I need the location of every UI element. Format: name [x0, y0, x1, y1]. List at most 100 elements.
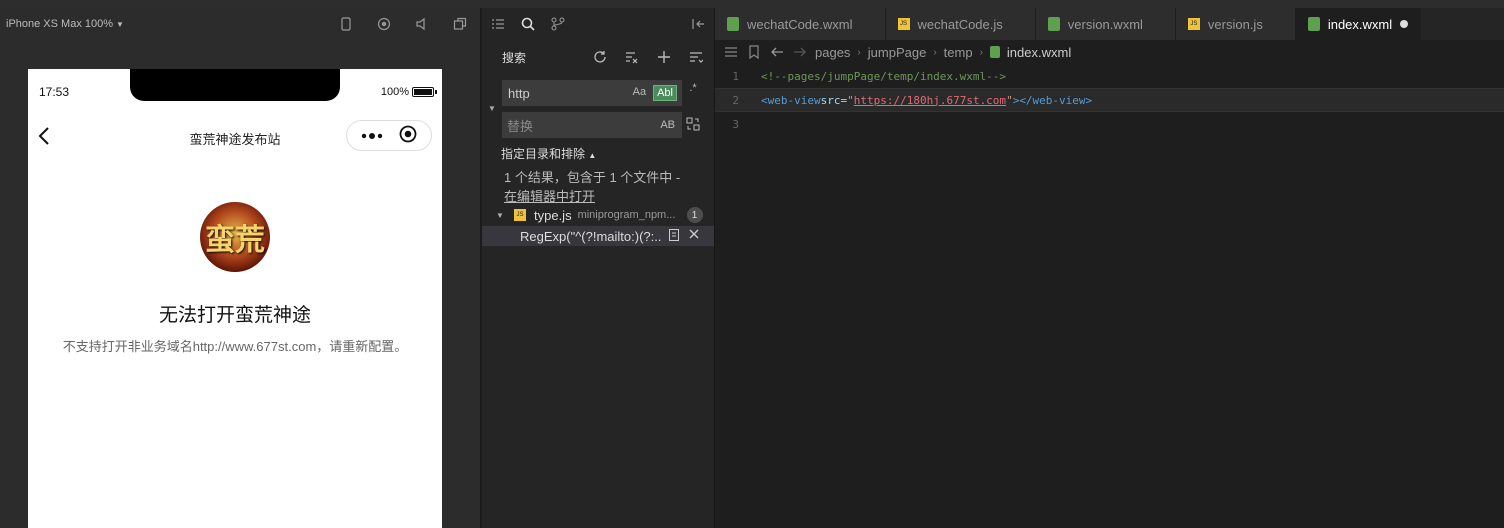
tab-label: wechatCode.wxml	[747, 16, 853, 32]
breadcrumb-pages[interactable]: pages	[815, 45, 850, 60]
code-tag-open: <web-view	[761, 93, 821, 107]
search-panel-title: 搜索	[502, 50, 527, 65]
simulator-toolbar: iPhone XS Max 100% ▼	[0, 8, 480, 40]
toggle-replace-icon[interactable]: ▼	[488, 104, 496, 113]
code-tag-close: </web-view>	[1019, 93, 1093, 107]
unsaved-dot-icon[interactable]	[1400, 20, 1409, 28]
tab-label: version.js	[1207, 16, 1263, 32]
tab-wechatcode-wxml[interactable]: wechatCode.wxml	[715, 8, 886, 40]
chevron-down-icon: ▼	[116, 19, 124, 29]
app-logo: 蛮荒	[200, 202, 270, 272]
wxml-file-icon	[1047, 17, 1060, 31]
error-description: 不支持打开非业务域名http://www.677st.com，请重新配置。	[62, 339, 408, 354]
result-match-row[interactable]: RegExp("^(?!mailto:)(?:...	[482, 226, 714, 246]
breadcrumb-temp[interactable]: temp	[944, 45, 973, 60]
editor-tabs: wechatCode.wxml JS wechatCode.js version.…	[715, 8, 1504, 40]
new-search-icon[interactable]	[656, 49, 672, 65]
chevron-right-icon: ›	[979, 46, 983, 58]
source-control-icon[interactable]	[550, 16, 566, 32]
phone-screen: 17:53 100% 蛮荒神途发布站 蛮荒 无法打开蛮荒神途 不支持打开非业务域…	[28, 69, 442, 528]
js-file-icon: JS	[1187, 18, 1200, 30]
search-input[interactable]: http Aa Abl	[502, 80, 682, 106]
match-case-toggle[interactable]: Aa	[630, 85, 649, 101]
battery-fill	[414, 89, 432, 95]
replace-options: AB	[657, 118, 682, 132]
wxml-file-icon	[727, 17, 739, 31]
tab-label: index.wxml	[1327, 16, 1393, 32]
forward-icon[interactable]	[792, 44, 808, 60]
whole-word-toggle[interactable]: Abl	[653, 85, 677, 101]
search-options: Aa Abl	[630, 85, 681, 101]
search-icon[interactable]	[520, 16, 536, 32]
record-icon[interactable]	[376, 16, 392, 32]
tab-wechatcode-js[interactable]: JS wechatCode.js	[885, 8, 1036, 40]
breadcrumb-jumppage[interactable]: jumpPage	[868, 45, 927, 60]
code-comment: <!--pages/jumpPage/temp/index.wxml-->	[761, 69, 1007, 83]
tab-label: wechatCode.js	[917, 16, 1003, 32]
regex-toggle[interactable]: .*	[682, 82, 704, 94]
simulator-panel: iPhone XS Max 100% ▼ 17:53 100% 蛮荒神途发布站 …	[0, 8, 480, 528]
status-battery: 100%	[380, 86, 437, 98]
close-target-icon[interactable]	[399, 125, 417, 146]
collapse-panel-icon[interactable]	[690, 16, 706, 32]
tab-version-wxml[interactable]: version.wxml	[1035, 8, 1176, 40]
device-label: iPhone XS Max 100%	[6, 18, 114, 30]
result-file-row[interactable]: ▼ JS type.js miniprogram_npm... 1	[482, 206, 714, 224]
breadcrumb-file[interactable]: index.wxml	[1007, 45, 1071, 60]
code-line: 3	[715, 112, 1504, 136]
result-count-badge: 1	[686, 207, 703, 223]
result-summary-text: 1 个结果，包含于 1 个文件中 -	[504, 170, 681, 185]
back-icon[interactable]	[769, 44, 785, 60]
replace-input[interactable]: 替换 AB	[502, 112, 682, 138]
code-quote: "	[847, 93, 854, 107]
dismiss-icon[interactable]	[688, 228, 700, 245]
wxml-file-icon	[1307, 17, 1320, 31]
detach-window-icon[interactable]	[452, 16, 468, 32]
battery-icon	[412, 87, 437, 97]
chevron-right-icon: ›	[857, 46, 861, 58]
tab-index-wxml[interactable]: index.wxml	[1295, 8, 1422, 40]
window-top-strip	[0, 0, 1504, 8]
result-file-path: miniprogram_npm...	[577, 209, 676, 221]
speaker-icon[interactable]	[414, 16, 430, 32]
search-query: http	[508, 85, 530, 101]
device-selector[interactable]: iPhone XS Max 100% ▼	[6, 18, 124, 30]
list-icon[interactable]	[490, 16, 506, 32]
search-panel: 搜索 ▼ http Aa Abl .* 替换 AB 指定目录和排除 ▲ 1 个结…	[482, 8, 714, 528]
phone-icon[interactable]	[338, 16, 354, 32]
replace-all-icon[interactable]	[682, 117, 704, 134]
wxml-file-icon	[989, 46, 1000, 58]
open-in-editor-link[interactable]: 在编辑器中打开	[504, 187, 680, 206]
collapse-all-icon[interactable]	[688, 49, 704, 65]
outline-icon[interactable]	[723, 44, 739, 60]
scope-label: 指定目录和排除	[501, 147, 586, 161]
preserve-case-toggle[interactable]: AB	[657, 118, 678, 132]
battery-text: 100%	[380, 86, 409, 98]
clear-results-icon[interactable]	[624, 49, 640, 65]
line-number: 1	[732, 69, 739, 83]
line-number: 2	[732, 93, 739, 107]
breadcrumb: pages › jumpPage › temp › index.wxml	[715, 40, 1504, 64]
line-number: 3	[732, 117, 739, 131]
more-icon[interactable]	[361, 128, 383, 143]
simulator-tools	[338, 16, 474, 32]
bookmark-icon[interactable]	[746, 44, 762, 60]
code-line: 1 <!--pages/jumpPage/temp/index.wxml-->	[715, 64, 1504, 88]
chevron-right-icon: ›	[933, 46, 937, 58]
expand-chevron-icon[interactable]: ▼	[492, 211, 508, 220]
replace-match-icon[interactable]	[668, 228, 680, 245]
code-area[interactable]: 1 <!--pages/jumpPage/temp/index.wxml--> …	[715, 64, 1504, 136]
refresh-icon[interactable]	[592, 49, 608, 65]
result-file-name: type.js	[534, 207, 572, 223]
match-text: RegExp("^(?!mailto:)(?:...	[520, 228, 662, 244]
activity-bar	[482, 8, 714, 40]
code-tag-end: >	[1012, 93, 1020, 107]
code-quote: "	[1006, 93, 1013, 107]
logo-text: 蛮荒	[205, 223, 265, 258]
js-file-icon: JS	[514, 209, 526, 221]
page-navbar: 蛮荒神途发布站	[28, 117, 442, 157]
tab-label: version.wxml	[1067, 16, 1143, 32]
code-url[interactable]: https://180hj.677st.com	[854, 94, 1006, 107]
scope-toggle[interactable]: 指定目录和排除 ▲	[501, 145, 596, 162]
tab-version-js[interactable]: JS version.js	[1175, 8, 1296, 40]
